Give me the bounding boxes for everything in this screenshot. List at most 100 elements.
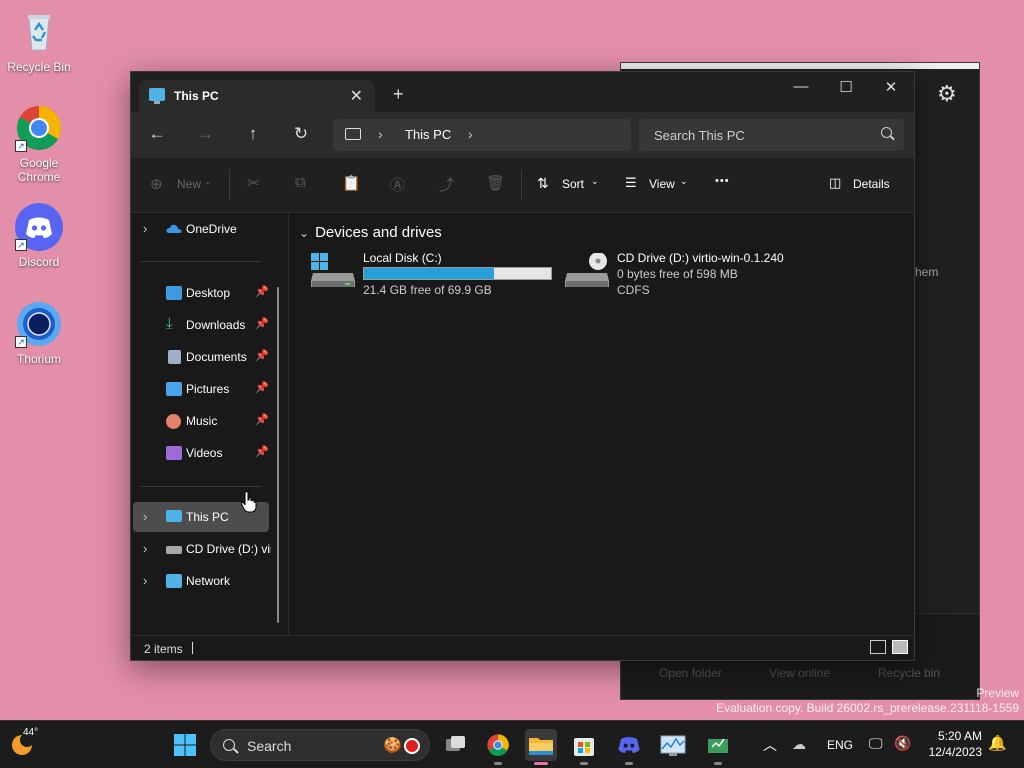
desktop-icon-label: Discord xyxy=(18,255,60,269)
open-folder-link[interactable]: Open folder xyxy=(659,666,722,680)
taskbar-discord[interactable] xyxy=(613,729,645,765)
desktop-icon-recycle-bin[interactable]: Recycle Bin xyxy=(1,8,77,74)
tray-overflow-chevron-icon[interactable]: ︿ xyxy=(763,735,777,755)
breadcrumb-item-this-pc[interactable]: This PC xyxy=(405,127,451,142)
breadcrumb-chevron-icon[interactable]: › xyxy=(468,126,473,142)
sidebar-item-label: OneDrive xyxy=(186,222,237,236)
shortcut-arrow-icon: ↗ xyxy=(15,140,27,152)
sort-button[interactable]: Sort xyxy=(562,177,584,191)
sidebar-item-documents[interactable]: Documents 📌 xyxy=(133,342,269,372)
search-input[interactable]: Search This PC xyxy=(639,119,904,151)
close-button[interactable]: ✕ xyxy=(876,78,906,96)
task-view-icon-front xyxy=(451,736,465,748)
store-icon xyxy=(574,738,594,756)
details-button[interactable]: Details xyxy=(853,177,890,191)
pin-icon[interactable]: 📌 xyxy=(255,445,269,458)
command-bar: ⊕ New ⌄ ✂ ⧉ 📋 Ⓐ ⤴ 🗑 ⇅ Sort ⌄ ☰ View ⌄ ••… xyxy=(131,158,914,213)
sidebar-item-desktop[interactable]: Desktop 📌 xyxy=(133,278,269,308)
record-icon xyxy=(404,738,420,754)
drive-tile-c[interactable]: Local Disk (C:) 21.4 GB free of 69.9 GB xyxy=(311,249,561,299)
breadcrumb[interactable]: › This PC › xyxy=(333,119,631,151)
sidebar-item-onedrive[interactable]: › OneDrive xyxy=(133,214,269,244)
large-icons-view-icon[interactable] xyxy=(892,640,908,654)
sidebar-item-cd-drive[interactable]: › CD Drive (D:) virtio-win-0.1.240 xyxy=(133,534,271,564)
this-pc-icon xyxy=(166,510,182,522)
download-icon: ⤓ xyxy=(166,315,173,332)
scrollbar[interactable] xyxy=(277,287,279,623)
sidebar-item-downloads[interactable]: ⤓ Downloads 📌 xyxy=(133,310,269,340)
back-arrow-icon[interactable]: ← xyxy=(145,124,169,144)
pin-icon[interactable]: 📌 xyxy=(255,349,269,362)
view-button[interactable]: View xyxy=(649,177,675,191)
minimize-button[interactable]: — xyxy=(786,78,816,95)
task-view-button[interactable] xyxy=(439,729,471,761)
hard-drive-icon xyxy=(311,253,355,287)
taskbar-search-box[interactable]: Search 🍪 xyxy=(210,729,430,761)
recycle-bin-link[interactable]: Recycle bin xyxy=(878,666,940,680)
start-button[interactable] xyxy=(169,729,201,761)
pin-icon[interactable]: 📌 xyxy=(255,413,269,426)
content-area: ⌄ Devices and drives Local Disk (C:) 21.4… xyxy=(241,213,914,637)
weather-widget[interactable]: 44° xyxy=(10,727,38,757)
taskbar-chrome[interactable] xyxy=(482,729,514,765)
monitor-icon xyxy=(345,128,361,140)
new-button[interactable]: New xyxy=(177,177,201,191)
up-arrow-icon[interactable]: ↑ xyxy=(241,124,265,144)
network-status-icon[interactable]: 🖵 xyxy=(869,735,883,752)
language-indicator[interactable]: ENG xyxy=(827,738,853,752)
new-tab-button[interactable]: + xyxy=(393,84,404,105)
video-icon xyxy=(166,446,182,460)
expand-chevron-icon[interactable]: › xyxy=(143,509,147,524)
details-pane-icon: ◫ xyxy=(829,175,842,190)
sidebar-item-network[interactable]: › Network xyxy=(133,566,269,596)
cut-icon[interactable]: ✂ xyxy=(247,174,260,192)
delete-icon[interactable]: 🗑 xyxy=(486,174,505,192)
refresh-icon[interactable]: ↻ xyxy=(289,124,313,144)
running-indicator xyxy=(714,762,722,765)
drive-tile-d[interactable]: CD Drive (D:) virtio-win-0.1.240 0 bytes… xyxy=(565,249,895,299)
picture-icon xyxy=(166,382,182,396)
details-view-icon[interactable] xyxy=(870,640,886,654)
more-options-button[interactable]: ••• xyxy=(715,175,730,187)
rename-icon[interactable]: Ⓐ xyxy=(390,174,405,195)
desktop-icon-thorium[interactable]: ↗ Thorium xyxy=(1,300,77,366)
sidebar-item-pictures[interactable]: Pictures 📌 xyxy=(133,374,269,404)
desktop-icon-chrome[interactable]: ↗ Google Chrome xyxy=(1,104,77,184)
sidebar-item-music[interactable]: Music 📌 xyxy=(133,406,269,436)
sidebar-item-label: Network xyxy=(186,574,231,588)
weather-temperature: 44° xyxy=(23,727,39,738)
pin-icon[interactable]: 📌 xyxy=(255,317,269,330)
expand-chevron-icon[interactable]: › xyxy=(143,541,147,556)
cloud-icon xyxy=(166,222,182,236)
expand-chevron-icon[interactable]: › xyxy=(143,573,147,588)
volume-muted-icon[interactable]: 🔇 xyxy=(894,735,911,752)
view-online-link[interactable]: View online xyxy=(769,666,830,680)
status-divider xyxy=(192,642,193,654)
tab-this-pc[interactable]: This PC ✕ xyxy=(139,80,375,112)
clock-time[interactable]: 5:20 AM xyxy=(926,729,982,743)
taskbar-file-explorer[interactable] xyxy=(525,729,557,765)
gear-icon[interactable]: ⚙ xyxy=(937,81,957,107)
group-header-devices[interactable]: ⌄ Devices and drives xyxy=(299,224,442,241)
desktop-icon-discord[interactable]: ↗ Discord xyxy=(1,203,77,269)
paste-icon[interactable]: 📋 xyxy=(342,174,361,192)
taskbar-performance-monitor[interactable] xyxy=(657,729,689,761)
share-icon[interactable]: ⤴ xyxy=(439,174,454,195)
taskbar-app[interactable] xyxy=(702,729,734,765)
onedrive-offline-icon[interactable]: ☁ xyxy=(792,736,806,753)
tab-close-icon[interactable]: ✕ xyxy=(350,86,363,106)
clock-date[interactable]: 12/4/2023 xyxy=(922,745,982,759)
chrome-icon xyxy=(487,734,509,756)
search-placeholder: Search This PC xyxy=(654,128,745,143)
copy-icon[interactable]: ⧉ xyxy=(295,174,306,191)
maximize-button[interactable]: ☐ xyxy=(831,78,861,96)
sidebar-item-videos[interactable]: Videos 📌 xyxy=(133,438,269,468)
breadcrumb-chevron-icon[interactable]: › xyxy=(378,126,383,142)
notification-bell-icon[interactable]: 🔔 xyxy=(988,734,1007,752)
expand-chevron-icon[interactable]: › xyxy=(143,221,147,236)
taskbar-microsoft-store[interactable] xyxy=(568,729,600,765)
forward-arrow-icon[interactable]: → xyxy=(193,124,217,144)
pin-icon[interactable]: 📌 xyxy=(255,285,269,298)
address-toolbar: ← → ↑ ↻ › This PC › Search This PC xyxy=(131,112,914,158)
pin-icon[interactable]: 📌 xyxy=(255,381,269,394)
